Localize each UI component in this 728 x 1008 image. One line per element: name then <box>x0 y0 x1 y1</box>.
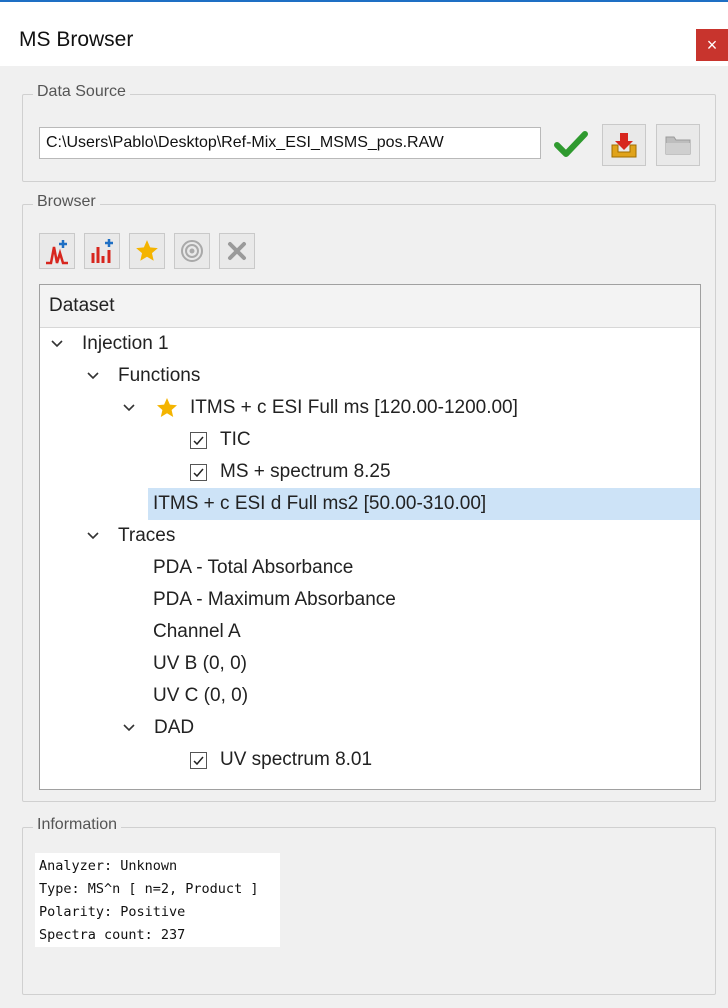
tree-node-pda-total[interactable]: PDA - Total Absorbance <box>153 552 353 584</box>
star-icon[interactable] <box>129 233 165 269</box>
spectrum-add-icon[interactable] <box>84 233 120 269</box>
download-icon[interactable] <box>602 124 646 166</box>
delete-icon[interactable] <box>219 233 255 269</box>
window-title: MS Browser <box>19 28 134 51</box>
tree-node-function2-label: ITMS + c ESI d Full ms2 [50.00-310.00] <box>153 493 487 514</box>
tree-node-uv-c[interactable]: UV C (0, 0) <box>153 680 248 712</box>
info-spectra-count: Spectra count: 237 <box>39 927 186 943</box>
folder-icon[interactable] <box>656 124 700 166</box>
tic-checkbox[interactable] <box>190 432 207 449</box>
information-panel: Analyzer: Unknown Type: MS^n [ n=2, Prod… <box>35 853 280 947</box>
chevron-down-icon[interactable] <box>86 520 100 552</box>
tree-node-injection[interactable]: Injection 1 <box>82 328 169 360</box>
file-path-input[interactable]: C:\Users\Pablo\Desktop\Ref-Mix_ESI_MSMS_… <box>39 127 541 159</box>
tree-node-traces[interactable]: Traces <box>118 520 175 552</box>
info-analyzer: Analyzer: Unknown <box>39 858 178 874</box>
tree-node-function2[interactable]: ITMS + c ESI d Full ms2 [50.00-310.00] <box>148 488 700 520</box>
target-icon[interactable] <box>174 233 210 269</box>
tree-node-uv-spectrum[interactable]: UV spectrum 8.01 <box>220 744 372 776</box>
chevron-down-icon[interactable] <box>50 328 64 360</box>
chromatogram-add-icon[interactable] <box>39 233 75 269</box>
tree-node-function1[interactable]: ITMS + c ESI Full ms [120.00-1200.00] <box>190 392 518 424</box>
chevron-down-icon[interactable] <box>122 392 136 424</box>
tree-node-pda-max[interactable]: PDA - Maximum Absorbance <box>153 584 396 616</box>
chevron-down-icon[interactable] <box>122 712 136 744</box>
dataset-tree[interactable]: Dataset Injection 1 Functions ITMS + c E… <box>39 284 701 790</box>
info-polarity: Polarity: Positive <box>39 904 186 920</box>
tree-node-ms-spectrum[interactable]: MS + spectrum 8.25 <box>220 456 391 488</box>
uv-spectrum-checkbox[interactable] <box>190 752 207 769</box>
tree-header-dataset: Dataset <box>40 285 700 328</box>
info-type: Type: MS^n [ n=2, Product ] <box>39 881 259 897</box>
tree-node-functions[interactable]: Functions <box>118 360 200 392</box>
information-label: Information <box>33 816 122 834</box>
close-button[interactable]: × <box>696 29 728 61</box>
title-bar: MS Browser × <box>0 2 728 66</box>
browser-label: Browser <box>33 193 100 211</box>
tree-node-channel-a[interactable]: Channel A <box>153 616 241 648</box>
tree-node-uv-b[interactable]: UV B (0, 0) <box>153 648 247 680</box>
data-source-label: Data Source <box>33 83 130 101</box>
check-icon[interactable] <box>550 126 592 162</box>
star-icon <box>154 396 180 420</box>
chevron-down-icon[interactable] <box>86 360 100 392</box>
ms-spectrum-checkbox[interactable] <box>190 464 207 481</box>
tree-node-tic[interactable]: TIC <box>220 424 251 456</box>
tree-node-dad[interactable]: DAD <box>154 712 194 744</box>
